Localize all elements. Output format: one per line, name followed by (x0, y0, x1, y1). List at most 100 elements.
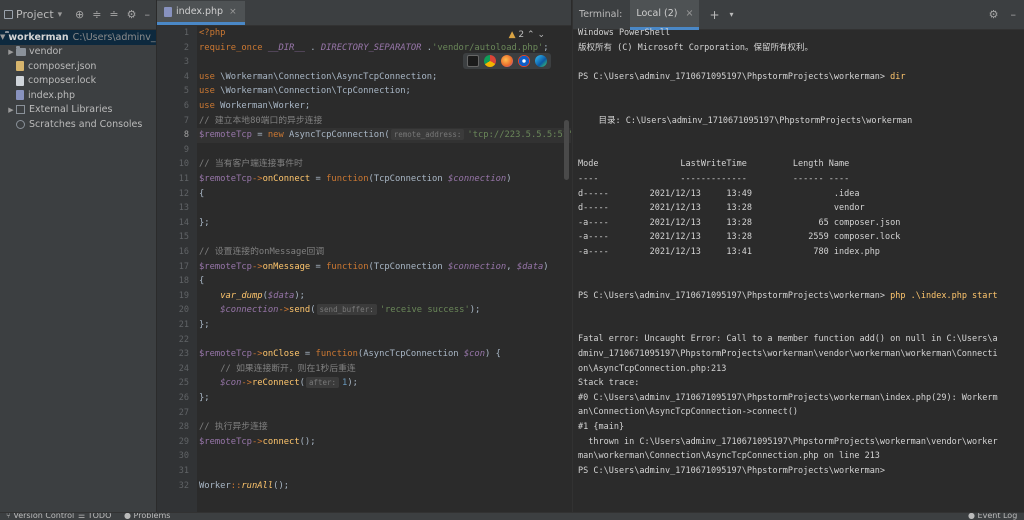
status-bar: ⑂ Version Control ☰ TODO ● Problems ● Ev… (0, 512, 1024, 520)
chrome-icon[interactable] (484, 55, 496, 67)
line-number: 23 (178, 349, 189, 360)
terminal-line-text: -a---- 2021/12/13 13:28 2559 composer.lo… (578, 232, 901, 243)
tree-item-index-php[interactable]: index.php (0, 88, 156, 103)
terminal-line-text: d----- 2021/12/13 13:49 .idea (578, 188, 860, 199)
terminal-line-text: Fatal error: Uncaught Error: Call to a m… (578, 334, 998, 345)
todo-tab[interactable]: ☰ TODO (78, 512, 111, 520)
line-number: 27 (178, 407, 189, 418)
folder-icon (16, 45, 26, 56)
tree-item-scratches[interactable]: Scratches and Consoles (0, 117, 156, 132)
list-icon: ☰ (78, 512, 86, 520)
chevron-right-icon[interactable]: ▶ (6, 48, 16, 56)
terminal-line-text: Stack trace: (578, 378, 640, 389)
terminal-line-text: on\AsyncTcpConnection.php:213 (578, 363, 727, 374)
terminal-line: ---- ------------- ------ ---- (578, 172, 1023, 187)
event-log-icon: ● (968, 512, 975, 520)
tree-item-composer-lock[interactable]: composer.lock (0, 74, 156, 89)
code-line-29: $remoteTcp->connect(); (199, 436, 316, 447)
event-log-tab[interactable]: ● Event Log (968, 512, 1017, 520)
locate-icon[interactable]: ⊕ (75, 8, 84, 21)
terminal-line-text: #1 {main} (578, 422, 625, 433)
hide-icon[interactable]: – (145, 8, 151, 21)
line-number-gutter: 1 2 3 4 5 6 7 8 9 10 11 12 13 14 15 16 17 18 19 20 21 22 23 24 2… (157, 26, 197, 512)
php-file-icon (164, 6, 172, 17)
edge-icon[interactable] (535, 55, 547, 67)
terminal-line: #1 {main} (578, 420, 1023, 435)
line-number: 21 (178, 320, 189, 330)
line-number: 7 (183, 115, 189, 126)
chevron-down-icon[interactable]: ▼ (0, 33, 5, 41)
code-line-32: Worker::runAll(); (199, 480, 290, 491)
terminal-line: an\Connection\AsyncTcpConnection->connec… (578, 405, 1023, 420)
tree-item-vendor[interactable]: ▶ vendor (0, 45, 156, 60)
code-line-7: // 建立本地80端口的异步连接 (199, 115, 323, 126)
line-number: 26 (178, 393, 189, 403)
code-line-18: { (199, 276, 205, 287)
code-area[interactable]: <?php require_once __DIR__ . DIRECTORY_S… (197, 26, 571, 512)
close-icon[interactable]: × (229, 7, 237, 17)
editor-scrollbar[interactable] (564, 120, 569, 180)
chevron-down-icon[interactable]: ⌄ (537, 30, 545, 40)
php-file-icon (16, 90, 24, 101)
line-number: 22 (178, 334, 189, 345)
code-line-5: use \Workerman\Connection\TcpConnection; (199, 86, 411, 97)
new-terminal-icon[interactable]: + (709, 8, 719, 22)
line-number: 18 (178, 276, 189, 287)
gear-icon[interactable]: ⚙ (127, 8, 137, 21)
code-line-25: $con->reConnect(after: 1); (220, 377, 358, 389)
version-control-tab[interactable]: ⑂ Version Control (6, 513, 74, 520)
terminal-line: thrown in C:\Users\adminv_1710671095197\… (578, 435, 1023, 450)
chevron-down-icon[interactable]: ▾ (730, 10, 734, 19)
problems-tab[interactable]: ● Problems (124, 513, 170, 520)
terminal-line: #0 C:\Users\adminv_1710671095197\Phpstor… (578, 391, 1023, 406)
terminal-line-text: 目录: C:\Users\adminv_1710671095197\Phpsto… (578, 115, 913, 126)
terminal-line: -a---- 2021/12/13 13:28 65 composer.json (578, 216, 1023, 231)
line-number: 19 (178, 290, 189, 301)
tree-root-workerman[interactable]: ▼ workerman C:\Users\adminv_17106 (0, 30, 156, 45)
code-line-8: $remoteTcp = new AsyncTcpConnection(remo… (199, 129, 571, 141)
chevron-down-icon[interactable]: ▾ (58, 10, 63, 20)
chevron-right-icon[interactable]: ▶ (6, 106, 16, 114)
terminal-output[interactable]: Windows PowerShell 版权所有 (C) Microsoft Cor… (578, 26, 1023, 506)
expand-all-icon[interactable]: ≑ (92, 8, 101, 21)
line-number: 17 (178, 261, 189, 272)
gear-icon[interactable]: ⚙ (989, 8, 999, 21)
tree-item-external-libraries[interactable]: ▶ External Libraries (0, 103, 156, 118)
project-panel-title[interactable]: Project (16, 8, 54, 21)
editor-tab-index-php[interactable]: index.php × (157, 1, 245, 25)
code-editor: index.php × 1 2 3 4 5 6 7 8 9 10 11 12 13 14 15 16 17 18 1… (157, 0, 571, 512)
opera-icon[interactable] (518, 55, 530, 67)
chevron-up-icon[interactable]: ⌃ (527, 30, 535, 40)
collapse-all-icon[interactable]: ≐ (109, 8, 118, 21)
firefox-icon[interactable] (501, 55, 513, 67)
project-toolbar: ⊕ ≑ ≐ ⚙ – (75, 8, 156, 21)
line-number: 10 (178, 159, 189, 170)
terminal-line: Stack trace: (578, 376, 1023, 391)
inspection-widget[interactable]: ▲ 2 ⌃ ⌄ (509, 30, 545, 40)
line-number: 3 (183, 57, 189, 68)
project-panel: Project ▾ ⊕ ≑ ≐ ⚙ – ▼ workerman C:\Users… (0, 0, 157, 512)
phpstorm-icon[interactable] (467, 55, 479, 67)
terminal-line: 版权所有 (C) Microsoft Corporation。保留所有权利。 (578, 41, 1023, 56)
code-line-21: }; (199, 320, 210, 330)
terminal-panel: Terminal: Local (2) × + ▾ ⚙ – Windows Po… (572, 0, 1024, 512)
tree-item-composer-json[interactable]: composer.json (0, 59, 156, 74)
code-line-11: $remoteTcp->onConnect = function(TcpConn… (199, 174, 512, 184)
hide-icon[interactable]: – (1011, 8, 1017, 21)
terminal-line-text: PS C:\Users\adminv_1710671095197\Phpstor… (578, 71, 891, 82)
editor-tab-label: index.php (176, 6, 224, 17)
terminal-line: PS C:\Users\adminv_1710671095197\Phpstor… (578, 289, 1023, 304)
close-icon[interactable]: × (685, 8, 693, 19)
param-hint: after: (305, 377, 340, 389)
terminal-line: dminv_1710671095197\PhpstormProjects\wor… (578, 347, 1023, 362)
line-number: 11 (178, 174, 189, 184)
code-line-20: $connection->send(send_buffer:'receive s… (220, 304, 481, 316)
code-line-28: // 执行异步连接 (199, 422, 268, 433)
library-icon (16, 105, 25, 115)
terminal-line-text: an\Connection\AsyncTcpConnection->connec… (578, 407, 799, 418)
